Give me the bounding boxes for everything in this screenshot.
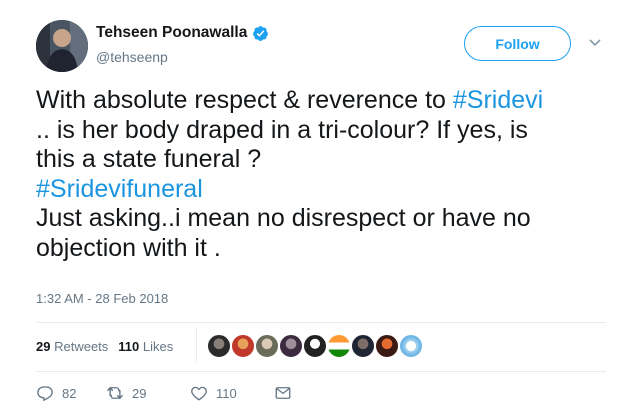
engagement-stats: 29 Retweets 110 Likes [36, 339, 173, 354]
tweet-line-3: this a state funeral ? [36, 145, 262, 173]
retweets-stat[interactable]: 29 Retweets [36, 339, 108, 354]
liker-avatar[interactable] [350, 333, 376, 359]
author-name-text[interactable]: Tehseen Poonawalla [96, 24, 247, 42]
liker-avatar[interactable] [398, 333, 424, 359]
like-count: 110 [216, 385, 237, 401]
likes-stat-count: 110 [118, 339, 140, 354]
heart-icon [191, 386, 207, 401]
caret-down-icon[interactable] [588, 38, 602, 48]
retweets-stat-label: Retweets [54, 339, 109, 354]
verified-icon [253, 25, 269, 41]
message-icon [275, 387, 291, 399]
likes-stat-label: Likes [142, 339, 174, 354]
retweet-button[interactable]: 29 [106, 384, 190, 402]
reply-count: 82 [62, 385, 77, 401]
tweet-line-4: Just asking..i mean no disrespect or hav… [36, 204, 531, 232]
hashtag-sridevi[interactable]: #Sridevi [453, 86, 543, 114]
liker-avatar[interactable] [302, 333, 328, 359]
tweet-line-5: objection with it . [36, 233, 221, 262]
likes-stat[interactable]: 110 Likes [118, 339, 173, 354]
direct-message-button[interactable] [274, 384, 292, 402]
author-name[interactable]: Tehseen Poonawalla [96, 24, 269, 42]
tweet-actions: 82 29 110 [36, 384, 292, 402]
tweet-line-2: .. is her body draped in a tri-colour? I… [36, 115, 528, 144]
liker-avatar[interactable] [254, 333, 280, 359]
hashtag-sridevifuneral[interactable]: #Sridevifuneral [36, 175, 626, 205]
tweet-line-1: With absolute respect & reverence to #Sr… [36, 86, 626, 116]
stats-separator [196, 329, 197, 363]
tweet-timestamp[interactable]: 1:32 AM - 28 Feb 2018 [36, 291, 168, 306]
liker-avatar[interactable] [326, 333, 352, 359]
author-avatar[interactable] [36, 20, 88, 72]
liker-avatar[interactable] [206, 333, 232, 359]
retweets-stat-count: 29 [36, 339, 51, 354]
liker-avatars [206, 333, 424, 359]
liker-avatar[interactable] [374, 333, 400, 359]
like-button[interactable]: 110 [190, 384, 274, 402]
divider-top [36, 322, 606, 323]
divider-bottom [36, 371, 606, 372]
tweet-text: With absolute respect & reverence to #Sr… [36, 86, 626, 263]
reply-icon [37, 386, 53, 402]
liker-avatar[interactable] [278, 333, 304, 359]
reply-button[interactable]: 82 [36, 384, 106, 402]
retweet-count: 29 [132, 385, 147, 401]
retweet-icon [107, 387, 123, 399]
liker-avatar[interactable] [230, 333, 256, 359]
author-handle[interactable]: @tehseenp [96, 49, 168, 65]
tweet-text-segment: With absolute respect & reverence to [36, 86, 453, 114]
follow-button[interactable]: Follow [464, 26, 571, 61]
